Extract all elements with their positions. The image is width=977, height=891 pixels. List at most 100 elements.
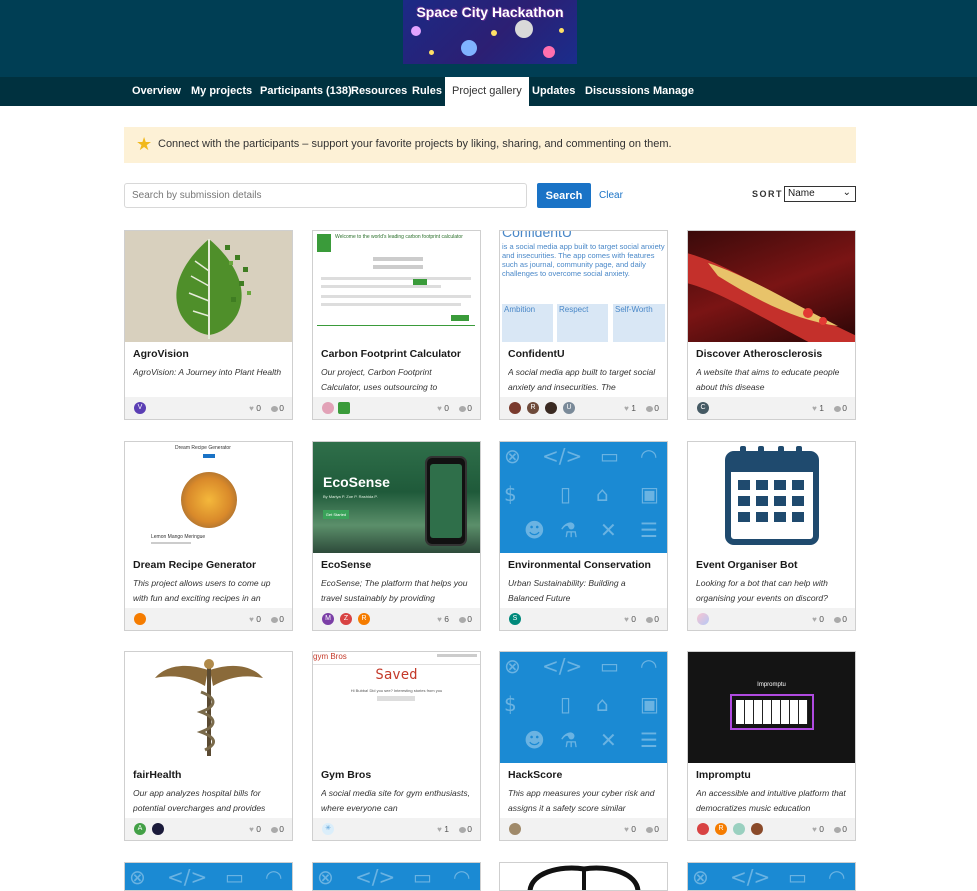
- project-card-confidentu[interactable]: ConfidentU is a social media app built t…: [499, 230, 668, 420]
- avatar[interactable]: M: [322, 613, 334, 625]
- project-title[interactable]: Dream Recipe Generator: [133, 559, 256, 571]
- avatar[interactable]: [322, 402, 334, 414]
- like-count[interactable]: ♥ 0: [249, 614, 261, 624]
- project-card-partial[interactable]: ⊗ </> ▭ ◠: [124, 862, 293, 891]
- comment-count[interactable]: 0: [271, 614, 284, 624]
- avatar[interactable]: [152, 823, 164, 835]
- project-card-impromptu[interactable]: Impromptu Impromptu An accessible and in…: [687, 651, 856, 841]
- project-title[interactable]: Carbon Footprint Calculator: [321, 348, 461, 360]
- project-thumbnail[interactable]: ⊗ </> ▭ ◠: [688, 863, 855, 890]
- project-card-event-organiser-bot[interactable]: Event Organiser Bot Looking for a bot th…: [687, 441, 856, 631]
- project-title[interactable]: Event Organiser Bot: [696, 559, 798, 571]
- tab-participants[interactable]: Participants (138): [260, 77, 352, 106]
- project-card-discover-atherosclerosis[interactable]: Discover Atherosclerosis A website that …: [687, 230, 856, 420]
- project-title[interactable]: AgroVision: [133, 348, 189, 360]
- clear-link[interactable]: Clear: [599, 190, 623, 201]
- avatar[interactable]: V: [134, 402, 146, 414]
- avatar[interactable]: [338, 402, 350, 414]
- like-count[interactable]: ♥ 1: [437, 824, 449, 834]
- project-card-ecosense[interactable]: EcoSense By Mariya P. Zoe P. Rashida P. …: [312, 441, 481, 631]
- avatar[interactable]: U: [563, 402, 575, 414]
- tab-project-gallery[interactable]: Project gallery: [445, 77, 529, 106]
- avatar[interactable]: Z: [340, 613, 352, 625]
- like-count[interactable]: ♥ 0: [437, 403, 449, 413]
- project-card-partial[interactable]: [499, 862, 668, 891]
- avatar[interactable]: S: [509, 613, 521, 625]
- like-count[interactable]: ♥ 0: [624, 614, 636, 624]
- project-title[interactable]: EcoSense: [321, 559, 371, 571]
- avatar[interactable]: [733, 823, 745, 835]
- project-title[interactable]: Gym Bros: [321, 769, 371, 781]
- project-card-fairhealth[interactable]: fairHealth Our app analyzes hospital bil…: [124, 651, 293, 841]
- like-count[interactable]: ♥ 6: [437, 614, 449, 624]
- comment-count[interactable]: 0: [459, 824, 472, 834]
- comment-count[interactable]: 0: [834, 614, 847, 624]
- avatar[interactable]: C: [697, 402, 709, 414]
- comment-count[interactable]: 0: [271, 824, 284, 834]
- project-thumbnail[interactable]: ⊗ </> ▭ ◠: [125, 863, 292, 890]
- tab-discussions[interactable]: Discussions: [585, 77, 650, 106]
- project-card-partial[interactable]: ⊗ </> ▭ ◠: [312, 862, 481, 891]
- project-card-partial[interactable]: ⊗ </> ▭ ◠: [687, 862, 856, 891]
- like-count[interactable]: ♥ 0: [249, 403, 261, 413]
- project-card-environmental-conservation[interactable]: ⊗ </> ▭ ◠ $ ▯ ⌂ ▣ ☻ ⚗ ✕ ☰ Environmental …: [499, 441, 668, 631]
- like-count[interactable]: ♥ 1: [624, 403, 636, 413]
- avatar[interactable]: R: [527, 402, 539, 414]
- project-thumbnail[interactable]: [125, 231, 292, 342]
- comment-count[interactable]: 0: [834, 824, 847, 834]
- project-thumbnail[interactable]: EcoSense By Mariya P. Zoe P. Rashida P. …: [313, 442, 480, 553]
- project-thumbnail[interactable]: Welcome to the world's leading carbon fo…: [313, 231, 480, 342]
- project-card-gym-bros[interactable]: gym Bros Saved Hi Bubba! Did you see? In…: [312, 651, 481, 841]
- avatar[interactable]: [751, 823, 763, 835]
- comment-count[interactable]: 0: [271, 403, 284, 413]
- hackathon-logo[interactable]: Space City Hackathon: [403, 0, 577, 64]
- tab-rules[interactable]: Rules: [412, 77, 442, 106]
- avatar[interactable]: R: [358, 613, 370, 625]
- project-title[interactable]: Impromptu: [696, 769, 751, 781]
- project-title[interactable]: fairHealth: [133, 769, 181, 781]
- avatar[interactable]: [134, 613, 146, 625]
- project-thumbnail[interactable]: [688, 231, 855, 342]
- avatar[interactable]: R: [715, 823, 727, 835]
- avatar[interactable]: [697, 613, 709, 625]
- project-thumbnail[interactable]: ConfidentU is a social media app built t…: [500, 231, 667, 342]
- tab-manage[interactable]: Manage: [653, 77, 694, 106]
- avatar[interactable]: ✳: [322, 823, 334, 835]
- project-thumbnail[interactable]: Impromptu: [688, 652, 855, 763]
- project-thumbnail[interactable]: Dream Recipe Generator Lemon Mango Merin…: [125, 442, 292, 553]
- comment-count[interactable]: 0: [459, 403, 472, 413]
- search-input[interactable]: [124, 183, 527, 208]
- comment-count[interactable]: 0: [646, 403, 659, 413]
- avatar[interactable]: [697, 823, 709, 835]
- like-count[interactable]: ♥ 0: [624, 824, 636, 834]
- project-title[interactable]: ConfidentU: [508, 348, 565, 360]
- like-count[interactable]: ♥ 0: [812, 614, 824, 624]
- project-thumbnail[interactable]: ⊗ </> ▭ ◠: [313, 863, 480, 890]
- project-thumbnail[interactable]: [125, 652, 292, 763]
- tab-updates[interactable]: Updates: [532, 77, 575, 106]
- search-button[interactable]: Search: [537, 183, 591, 208]
- project-thumbnail[interactable]: ⊗ </> ▭ ◠ $ ▯ ⌂ ▣ ☻ ⚗ ✕ ☰: [500, 442, 667, 553]
- avatar[interactable]: [509, 402, 521, 414]
- avatar[interactable]: A: [134, 823, 146, 835]
- comment-count[interactable]: 0: [459, 614, 472, 624]
- sort-select[interactable]: Name ⌄: [784, 186, 856, 202]
- project-title[interactable]: HackScore: [508, 769, 562, 781]
- tab-overview[interactable]: Overview: [132, 77, 181, 106]
- project-thumbnail[interactable]: [688, 442, 855, 553]
- tab-my-projects[interactable]: My projects: [191, 77, 252, 106]
- project-thumbnail[interactable]: ⊗ </> ▭ ◠ $ ▯ ⌂ ▣ ☻ ⚗ ✕ ☰: [500, 652, 667, 763]
- comment-count[interactable]: 0: [646, 824, 659, 834]
- like-count[interactable]: ♥ 0: [249, 824, 261, 834]
- like-count[interactable]: ♥ 0: [812, 824, 824, 834]
- project-thumbnail[interactable]: [500, 863, 667, 890]
- tab-resources[interactable]: Resources: [351, 77, 407, 106]
- project-card-hackscore[interactable]: ⊗ </> ▭ ◠ $ ▯ ⌂ ▣ ☻ ⚗ ✕ ☰ HackScore This…: [499, 651, 668, 841]
- project-card-dream-recipe[interactable]: Dream Recipe Generator Lemon Mango Merin…: [124, 441, 293, 631]
- project-title[interactable]: Discover Atherosclerosis: [696, 348, 822, 360]
- project-card-carbon-footprint[interactable]: Welcome to the world's leading carbon fo…: [312, 230, 481, 420]
- comment-count[interactable]: 0: [646, 614, 659, 624]
- project-thumbnail[interactable]: gym Bros Saved Hi Bubba! Did you see? In…: [313, 652, 480, 763]
- comment-count[interactable]: 0: [834, 403, 847, 413]
- project-card-agrovision[interactable]: AgroVision AgroVision: A Journey into Pl…: [124, 230, 293, 420]
